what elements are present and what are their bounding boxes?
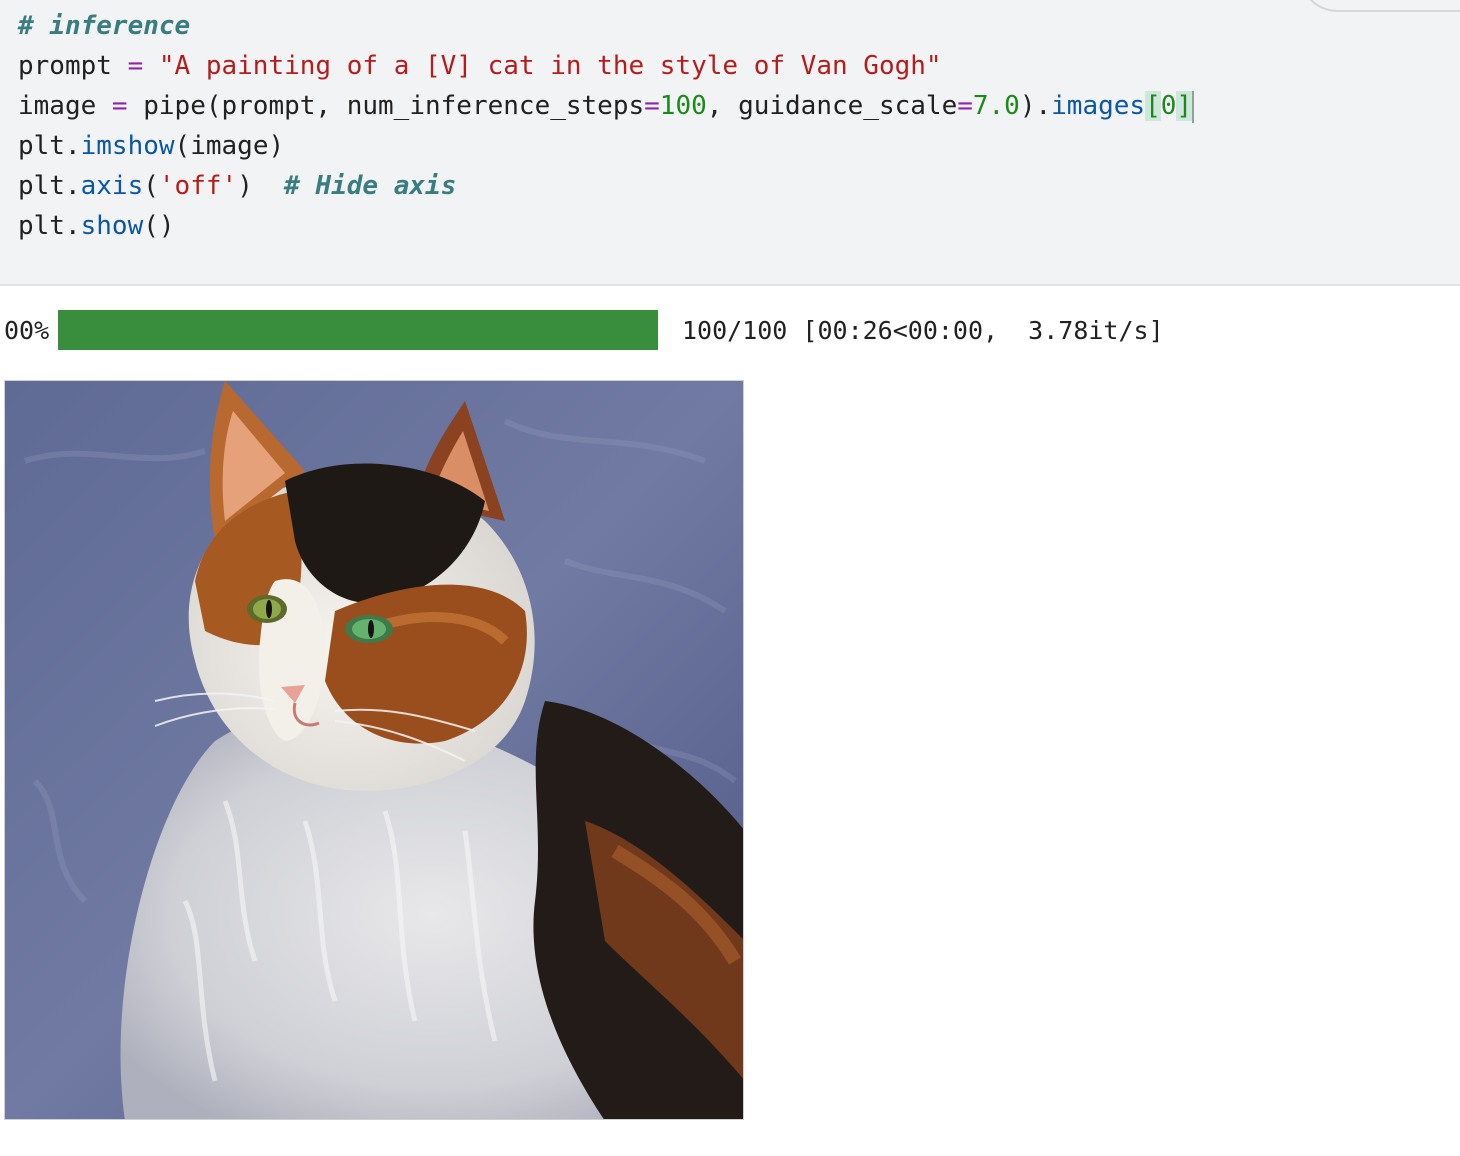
code-token: [	[1145, 91, 1161, 121]
code-token: 100	[659, 91, 707, 121]
code-line[interactable]: plt.show()	[18, 206, 1194, 246]
code-line[interactable]: plt.axis('off') # Hide axis	[18, 166, 1194, 206]
code-editor[interactable]: # inference prompt = "A painting of a [V]…	[18, 6, 1195, 246]
code-token: show	[80, 211, 144, 241]
code-token: image	[18, 91, 112, 121]
progress-row: 00% 100/100 [00:26<00:00, 3.78it/s]	[4, 310, 1164, 350]
code-token: imshow	[80, 131, 175, 161]
cell-toolbar-corner	[1298, 0, 1460, 12]
code-token: =	[127, 51, 144, 81]
progress-percent: 00%	[4, 315, 50, 345]
code-token: =	[111, 91, 128, 121]
code-token: plt.	[18, 131, 81, 161]
code-token: plt.	[18, 171, 81, 201]
code-token: (	[143, 171, 159, 201]
code-token: =	[644, 91, 660, 121]
code-token: # inference	[18, 11, 191, 41]
code-token: , guidance_scale	[706, 91, 958, 121]
code-line[interactable]: plt.imshow(image)	[18, 126, 1194, 166]
text-cursor	[1192, 90, 1195, 123]
progress-stats: 100/100 [00:26<00:00, 3.78it/s]	[682, 315, 1164, 345]
code-line[interactable]: # inference	[18, 6, 1194, 46]
code-token: pipe(prompt, num_inference_steps	[127, 91, 645, 121]
code-token: prompt	[18, 51, 128, 81]
code-token: =	[957, 91, 973, 121]
code-token: (image)	[174, 131, 285, 161]
code-token: axis	[80, 171, 144, 201]
code-line[interactable]: image = pipe(prompt, num_inference_steps…	[18, 86, 1195, 126]
code-token: )	[237, 171, 285, 201]
code-line[interactable]: prompt = "A painting of a [V] cat in the…	[18, 46, 1194, 86]
code-token: ()	[143, 211, 175, 241]
code-token: images	[1051, 91, 1146, 121]
output-image	[4, 380, 744, 1120]
code-token: ).	[1019, 91, 1052, 121]
calico-cat-painting-icon	[5, 381, 743, 1119]
code-token: 7.0	[972, 91, 1020, 121]
progress-bar	[58, 310, 658, 350]
code-cell[interactable]: # inference prompt = "A painting of a [V]…	[0, 0, 1460, 286]
code-token: # Hide axis	[284, 171, 457, 201]
cell-output: 00% 100/100 [00:26<00:00, 3.78it/s]	[0, 288, 1460, 1156]
code-token: ]	[1176, 91, 1193, 121]
code-token: 'off'	[158, 171, 238, 201]
code-token: "A painting of a [V] cat in the style of…	[158, 51, 942, 81]
progress-bar-fill	[58, 310, 658, 350]
code-token: plt.	[18, 211, 81, 241]
code-token: 0	[1160, 91, 1177, 121]
